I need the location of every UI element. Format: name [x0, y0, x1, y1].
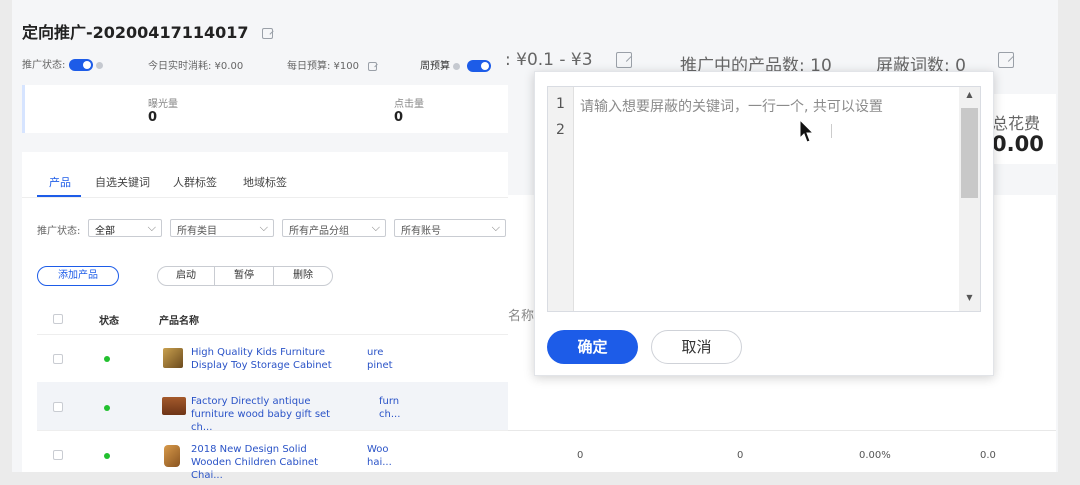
divider — [37, 334, 508, 335]
divider — [508, 430, 1056, 431]
category-select[interactable]: 所有类目 ⌵ — [170, 219, 274, 237]
edit-icon[interactable] — [262, 28, 274, 39]
select-all-checkbox[interactable] — [53, 314, 63, 324]
chevron-down-icon: ⌵ — [491, 221, 500, 234]
status-row: 推广状态: — [22, 56, 103, 71]
product-name-link[interactable]: 2018 New Design Solid Wooden Children Ca… — [191, 443, 347, 482]
cancel-button[interactable]: 取消 — [651, 330, 742, 364]
product-thumbnail[interactable] — [162, 397, 186, 415]
product-name-column-header: 产品名称 — [159, 316, 199, 327]
scroll-up-icon[interactable]: ▲ — [959, 90, 980, 99]
help-icon[interactable] — [453, 62, 461, 70]
account-select[interactable]: 所有账号 ⌵ — [394, 219, 506, 237]
line-number: 1 — [556, 96, 565, 112]
line-number-gutter — [548, 87, 574, 311]
product-name-fragment: hai... — [367, 457, 392, 468]
add-product-button[interactable]: 添加产品 — [37, 266, 119, 286]
status-active-dot — [104, 453, 110, 459]
delete-button[interactable]: 删除 — [273, 266, 333, 286]
help-icon[interactable] — [95, 61, 103, 69]
line-number: 2 — [556, 122, 565, 138]
chevron-down-icon: ⌵ — [371, 221, 380, 234]
clicks-label: 点击量 — [394, 99, 424, 110]
product-name-fragment: ch... — [379, 409, 401, 420]
product-thumbnail[interactable] — [163, 348, 183, 368]
chevron-down-icon: ⌵ — [147, 221, 156, 234]
total-cost-value: 0.00 — [992, 132, 1044, 156]
stats-card — [22, 85, 508, 133]
product-name-fragment: ure — [367, 347, 384, 358]
table-cell: 0.0 — [980, 450, 996, 461]
status-toggle[interactable] — [68, 59, 93, 71]
divider — [37, 430, 508, 431]
edit-bid-icon[interactable] — [616, 52, 632, 68]
divider — [22, 197, 508, 198]
status-filter-select[interactable]: 全部 ⌵ — [88, 219, 162, 237]
product-name-fragment: furn — [379, 396, 400, 407]
clicks-value: 0 — [394, 110, 404, 125]
background-column-header: 名称9 — [508, 309, 534, 324]
page-title: 定向推广-20200417114017 — [22, 19, 274, 43]
tab-region[interactable]: 地域标签 — [243, 174, 287, 190]
product-name-fragment: pinet — [367, 360, 393, 371]
row-checkbox[interactable] — [53, 402, 63, 412]
realtime-cost: 今日实时消耗: ¥0.00 — [148, 61, 244, 72]
mouse-cursor-icon — [799, 119, 815, 143]
table-cell: 0 — [577, 450, 584, 461]
product-group-select[interactable]: 所有产品分组 ⌵ — [282, 219, 386, 237]
weekly-budget: 周预算 — [420, 57, 492, 72]
confirm-button[interactable]: 确定 — [547, 330, 638, 364]
edit-budget-icon[interactable] — [368, 61, 378, 71]
impressions-value: 0 — [148, 110, 158, 125]
textarea-placeholder: 请输入想要屏蔽的关键词，一行一个, 共可以设置 — [580, 99, 883, 115]
status-active-dot — [104, 405, 110, 411]
impressions-label: 曝光量 — [148, 99, 178, 110]
pause-button[interactable]: 暂停 — [214, 266, 274, 286]
status-active-dot — [104, 356, 110, 362]
chevron-down-icon: ⌵ — [259, 221, 268, 234]
tab-audience[interactable]: 人群标签 — [173, 174, 217, 190]
daily-budget: 每日预算: ¥100 — [287, 57, 378, 72]
row-checkbox[interactable] — [53, 354, 63, 364]
total-cost-label: 总花费 — [992, 114, 1041, 133]
product-thumbnail[interactable] — [164, 445, 180, 467]
scroll-down-icon[interactable]: ▼ — [959, 293, 980, 302]
tab-products[interactable]: 产品 — [49, 174, 71, 190]
start-button[interactable]: 启动 — [157, 266, 215, 286]
product-name-link[interactable]: Factory Directly antique furniture wood … — [191, 395, 347, 434]
edit-blocked-words-icon[interactable] — [998, 52, 1015, 68]
status-label: 推广状态: — [22, 60, 66, 71]
bid-range: : ¥0.1 - ¥3 — [505, 50, 593, 70]
product-name-fragment: Woo — [367, 444, 389, 455]
table-cell: 0 — [737, 450, 744, 461]
weekly-budget-toggle[interactable] — [467, 60, 492, 72]
row-checkbox[interactable] — [53, 450, 63, 460]
status-column-header: 状态 — [99, 316, 119, 327]
blocked-words-textarea[interactable] — [547, 86, 981, 312]
status-filter-label: 推广状态: — [37, 226, 81, 237]
text-caret — [831, 124, 832, 138]
product-name-link[interactable]: High Quality Kids Furniture Display Toy … — [191, 346, 347, 372]
tab-keywords[interactable]: 自选关键词 — [95, 174, 150, 190]
table-cell: 0.00% — [859, 450, 891, 461]
scrollbar-thumb[interactable] — [961, 108, 978, 198]
